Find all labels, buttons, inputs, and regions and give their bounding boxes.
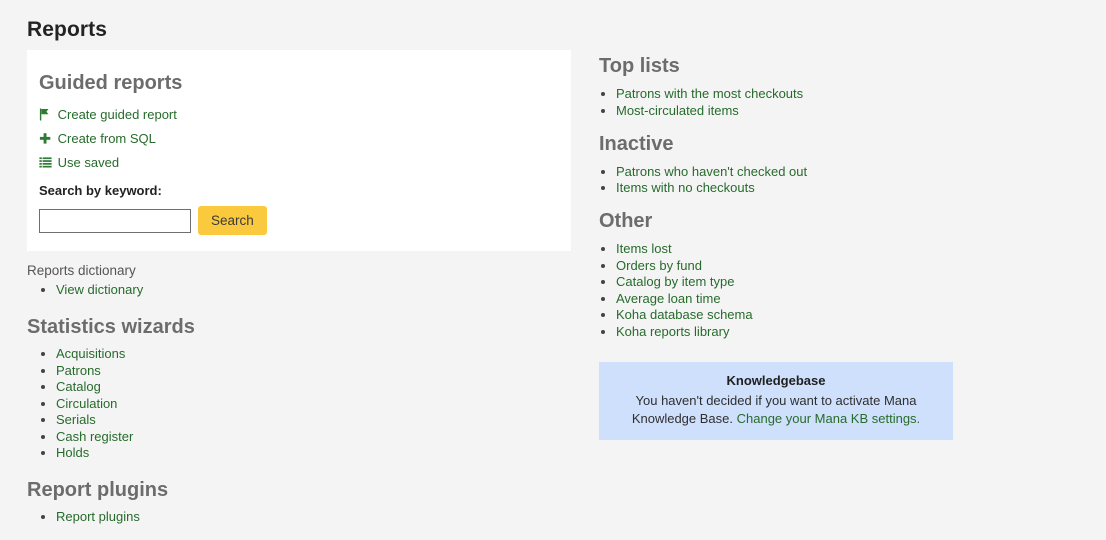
view-dictionary-link[interactable]: View dictionary [56, 282, 143, 297]
koha-reports-library-link[interactable]: Koha reports library [616, 324, 729, 339]
guided-reports-heading: Guided reports [39, 72, 183, 94]
use-saved-row[interactable]: Use saved [39, 154, 559, 171]
stat-catalog-link[interactable]: Catalog [56, 379, 101, 394]
top-lists-group: Top lists Patrons with the most checkout… [599, 54, 999, 119]
list-item: Items lost [616, 241, 999, 257]
search-form: Search [39, 206, 559, 235]
items-no-checkouts-link[interactable]: Items with no checkouts [616, 180, 755, 195]
knowledgebase-title: Knowledgebase [726, 372, 826, 388]
inactive-list: Patrons who haven't checked out Items wi… [599, 164, 999, 197]
report-plugins-heading: Report plugins [27, 479, 169, 501]
report-plugins-link[interactable]: Report plugins [56, 509, 140, 524]
list-item: Orders by fund [616, 258, 999, 274]
other-group: Other Items lost Orders by fund Catalog … [599, 209, 999, 340]
top-lists-heading: Top lists [599, 55, 680, 77]
list-item: Items with no checkouts [616, 180, 999, 196]
other-heading: Other [599, 210, 653, 232]
list-item: Report plugins [56, 509, 571, 525]
list-item: Acquisitions [56, 346, 571, 362]
reports-page: Reports Guided reports Create guided rep… [0, 0, 1106, 540]
catalog-by-item-type-link[interactable]: Catalog by item type [616, 274, 735, 289]
report-plugins-list: Report plugins [27, 509, 571, 525]
most-circulated-items-link[interactable]: Most-circulated items [616, 103, 739, 118]
use-saved-link[interactable]: Use saved [58, 155, 119, 170]
list-item: Serials [56, 412, 571, 428]
average-loan-time-link[interactable]: Average loan time [616, 291, 721, 306]
items-lost-link[interactable]: Items lost [616, 241, 672, 256]
list-item: Koha reports library [616, 324, 999, 340]
knowledgebase-info-box: Knowledgebase You haven't decided if you … [599, 361, 953, 440]
patrons-most-checkouts-link[interactable]: Patrons with the most checkouts [616, 86, 803, 101]
search-by-keyword-label: Search by keyword: [39, 183, 162, 198]
list-item: Patrons who haven't checked out [616, 164, 999, 180]
reports-dictionary-heading: Reports dictionary [27, 263, 136, 278]
left-column-secondary: Reports dictionary View dictionary Stati… [27, 263, 571, 525]
stat-serials-link[interactable]: Serials [56, 412, 96, 427]
create-from-sql-link[interactable]: Create from SQL [58, 131, 156, 146]
create-guided-report-link[interactable]: Create guided report [58, 107, 177, 122]
orders-by-fund-link[interactable]: Orders by fund [616, 258, 702, 273]
top-lists-list: Patrons with the most checkouts Most-cir… [599, 86, 999, 119]
statistics-wizards-heading: Statistics wizards [27, 316, 195, 338]
list-item: View dictionary [56, 282, 571, 298]
search-input[interactable] [39, 208, 191, 233]
create-from-sql-row[interactable]: Create from SQL [39, 130, 559, 147]
list-item: Patrons [56, 363, 571, 379]
stat-patrons-link[interactable]: Patrons [56, 363, 101, 378]
flag-icon [39, 108, 53, 121]
list-icon [39, 156, 53, 169]
list-item: Koha database schema [616, 307, 999, 323]
statistics-wizards-list: Acquisitions Patrons Catalog Circulation… [27, 346, 571, 461]
reports-dictionary-list: View dictionary [27, 282, 571, 298]
list-item: Circulation [56, 396, 571, 412]
patrons-not-checked-out-link[interactable]: Patrons who haven't checked out [616, 164, 807, 179]
create-guided-report-row[interactable]: Create guided report [39, 106, 559, 123]
list-item: Catalog by item type [616, 274, 999, 290]
stat-circulation-link[interactable]: Circulation [56, 396, 117, 411]
plus-icon [39, 132, 53, 145]
page-title: Reports [27, 18, 108, 41]
right-column: Top lists Patrons with the most checkout… [599, 54, 999, 440]
mana-kb-settings-link[interactable]: Change your Mana KB settings. [737, 411, 921, 426]
list-item: Cash register [56, 429, 571, 445]
stat-cash-register-link[interactable]: Cash register [56, 429, 133, 444]
stat-holds-link[interactable]: Holds [56, 445, 89, 460]
inactive-group: Inactive Patrons who haven't checked out… [599, 132, 999, 197]
inactive-heading: Inactive [599, 132, 674, 155]
list-item: Catalog [56, 379, 571, 395]
search-button[interactable]: Search [198, 206, 267, 235]
guided-reports-card: Guided reports Create guided report Crea… [27, 50, 571, 251]
other-list: Items lost Orders by fund Catalog by ite… [599, 241, 999, 340]
stat-acquisitions-link[interactable]: Acquisitions [56, 346, 125, 361]
list-item: Average loan time [616, 291, 999, 307]
left-column: Guided reports Create guided report Crea… [27, 50, 571, 526]
koha-database-schema-link[interactable]: Koha database schema [616, 307, 753, 322]
list-item: Most-circulated items [616, 103, 999, 119]
list-item: Holds [56, 445, 571, 461]
list-item: Patrons with the most checkouts [616, 86, 999, 102]
